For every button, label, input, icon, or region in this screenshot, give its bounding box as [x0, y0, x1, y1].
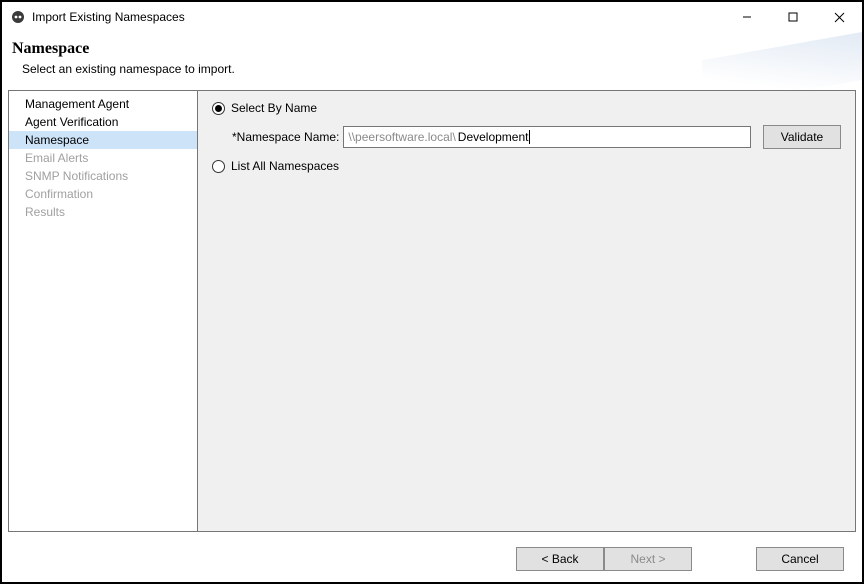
namespace-name-input[interactable]: \\peersoftware.local\ Development	[343, 126, 751, 148]
minimize-button[interactable]	[724, 2, 770, 32]
app-icon	[10, 9, 26, 25]
back-button[interactable]: < Back	[516, 547, 604, 571]
namespace-name-row: *Namespace Name: \\peersoftware.local\ D…	[212, 125, 841, 149]
step-results: Results	[9, 203, 197, 221]
select-by-name-label: Select By Name	[231, 101, 317, 115]
select-by-name-option[interactable]: Select By Name	[212, 101, 841, 115]
wizard-steps-sidebar: Management Agent Agent Verification Name…	[8, 90, 198, 532]
wizard-footer: < Back Next > Cancel	[2, 536, 862, 582]
dialog-window: Import Existing Namespaces Namespace Sel…	[0, 0, 864, 584]
wizard-main-panel: Select By Name *Namespace Name: \\peerso…	[198, 90, 856, 532]
namespace-prefix: \\peersoftware.local\	[344, 130, 457, 144]
window-title: Import Existing Namespaces	[32, 10, 185, 24]
wizard-body: Management Agent Agent Verification Name…	[2, 88, 862, 536]
radio-icon	[212, 160, 225, 173]
namespace-value: Development	[458, 130, 529, 144]
step-email-alerts: Email Alerts	[9, 149, 197, 167]
close-button[interactable]	[816, 2, 862, 32]
step-namespace[interactable]: Namespace	[9, 131, 197, 149]
titlebar: Import Existing Namespaces	[2, 2, 862, 32]
radio-icon	[212, 102, 225, 115]
step-agent-verification[interactable]: Agent Verification	[9, 113, 197, 131]
validate-button[interactable]: Validate	[763, 125, 841, 149]
next-button: Next >	[604, 547, 692, 571]
window-controls	[724, 2, 862, 32]
page-subtitle: Select an existing namespace to import.	[12, 62, 852, 76]
wizard-header: Namespace Select an existing namespace t…	[2, 32, 862, 88]
maximize-button[interactable]	[770, 2, 816, 32]
step-snmp-notifications: SNMP Notifications	[9, 167, 197, 185]
page-title: Namespace	[12, 40, 852, 58]
step-confirmation: Confirmation	[9, 185, 197, 203]
namespace-name-label: *Namespace Name:	[232, 130, 339, 144]
list-all-namespaces-label: List All Namespaces	[231, 159, 339, 173]
step-management-agent[interactable]: Management Agent	[9, 95, 197, 113]
cancel-button[interactable]: Cancel	[756, 547, 844, 571]
list-all-namespaces-option[interactable]: List All Namespaces	[212, 159, 841, 173]
text-cursor-icon	[529, 130, 530, 144]
